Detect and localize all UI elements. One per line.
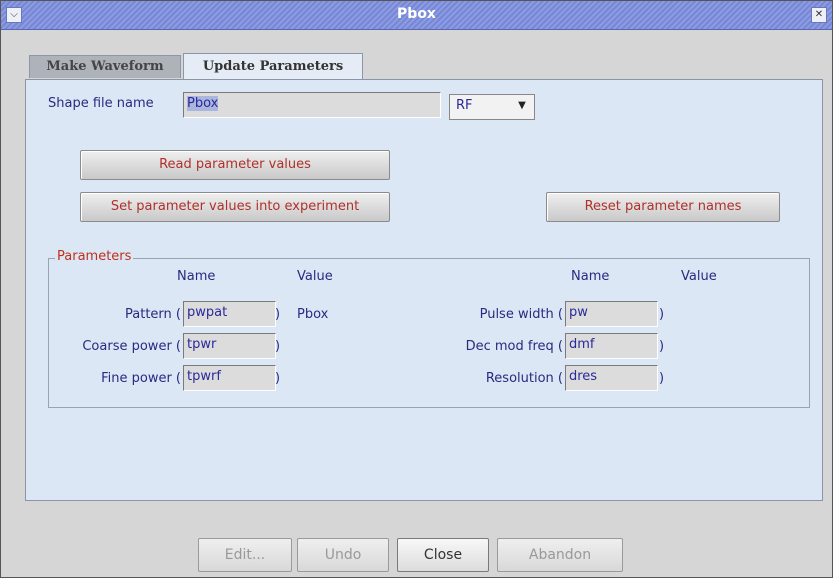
left-name-header: Name (177, 269, 216, 284)
right-name-header: Name (571, 269, 610, 284)
close-button[interactable]: Close (397, 538, 489, 572)
undo-button[interactable]: Undo (297, 538, 389, 572)
pulse-width-label: Pulse width ( (479, 307, 563, 322)
pbox-window: ⌵ Pbox ✕ Make Waveform Update Parameters… (0, 0, 833, 578)
resolution-close-paren: ) (659, 371, 665, 386)
read-parameter-values-button[interactable]: Read parameter values (80, 150, 390, 180)
shape-file-name-value: Pbox (187, 96, 219, 111)
update-parameters-panel: Shape file name Pbox RF ▼ Read parameter… (25, 79, 823, 501)
resolution-name-input[interactable]: dres (565, 365, 658, 391)
chevron-down-icon[interactable]: ▼ (513, 98, 531, 114)
pattern-close-paren: ) (275, 307, 281, 322)
parameters-group: Parameters Name Value Name Value Pattern… (48, 249, 810, 408)
fine-power-label: Fine power ( (101, 371, 181, 386)
dialog-button-bar: Edit... Undo Close Abandon (1, 533, 832, 577)
coarse-power-close-paren: ) (275, 339, 281, 354)
title-bar[interactable]: ⌵ Pbox ✕ (1, 1, 832, 30)
pattern-label: Pattern ( (125, 307, 181, 322)
dec-mod-freq-label: Dec mod freq ( (465, 339, 563, 354)
fine-power-name-input[interactable]: tpwrf (183, 365, 276, 391)
tab-make-waveform[interactable]: Make Waveform (29, 55, 181, 78)
abandon-button[interactable]: Abandon (497, 538, 623, 572)
set-parameter-values-button[interactable]: Set parameter values into experiment (80, 192, 390, 222)
resolution-label: Resolution ( (485, 371, 563, 386)
pattern-value: Pbox (297, 307, 329, 322)
parameters-legend: Parameters (55, 249, 134, 264)
channel-select-value: RF (456, 98, 473, 113)
dec-mod-freq-close-paren: ) (659, 339, 665, 354)
left-value-header: Value (297, 269, 333, 284)
window-title: Pbox (397, 6, 436, 22)
tab-update-parameters[interactable]: Update Parameters (183, 53, 363, 79)
coarse-power-name-input[interactable]: tpwr (183, 333, 276, 359)
fine-power-close-paren: ) (275, 371, 281, 386)
pattern-name-input[interactable]: pwpat (183, 301, 276, 327)
pulse-width-close-paren: ) (659, 307, 665, 322)
edit-button[interactable]: Edit... (198, 538, 292, 572)
dec-mod-freq-name-input[interactable]: dmf (565, 333, 658, 359)
shape-file-name-label: Shape file name (48, 96, 154, 111)
reset-parameter-names-button[interactable]: Reset parameter names (546, 192, 780, 222)
shape-file-name-input[interactable]: Pbox (183, 92, 441, 118)
channel-select[interactable]: RF ▼ (449, 94, 535, 120)
coarse-power-label: Coarse power ( (82, 339, 181, 354)
pulse-width-name-input[interactable]: pw (565, 301, 658, 327)
right-value-header: Value (681, 269, 717, 284)
close-window-icon[interactable]: ✕ (811, 7, 827, 23)
